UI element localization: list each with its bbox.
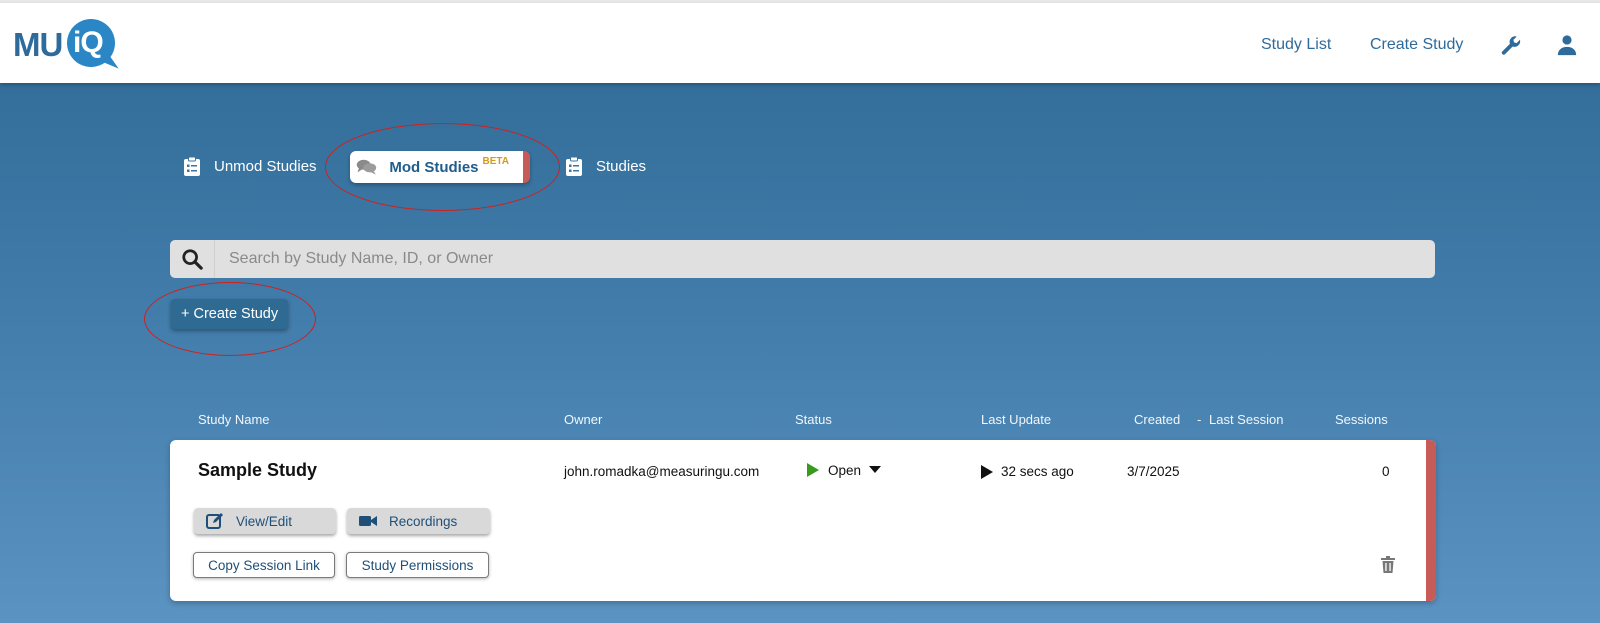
- wrench-icon[interactable]: [1500, 34, 1522, 61]
- recordings-label: Recordings: [389, 513, 458, 529]
- logo-bubble-tail: [101, 55, 119, 75]
- column-header-owner: Owner: [564, 412, 603, 427]
- play-icon: [807, 463, 819, 477]
- caret-down-icon: [869, 466, 882, 473]
- row-marker: [1426, 440, 1436, 601]
- beta-badge: BETA: [482, 155, 509, 167]
- clipboard-icon: [184, 156, 200, 176]
- user-icon[interactable]: [1556, 34, 1578, 61]
- status-label: Open: [828, 462, 862, 478]
- tab-label: Mod Studies: [389, 158, 479, 176]
- table-row: Sample Study john.romadka@measuringu.com…: [170, 440, 1436, 601]
- tab-label: Studies: [596, 157, 647, 175]
- view-edit-button[interactable]: View/Edit: [194, 508, 336, 534]
- study-owner: john.romadka@measuringu.com: [564, 464, 760, 479]
- tab-unmod-studies[interactable]: Unmod Studies: [182, 150, 317, 182]
- video-camera-icon: [359, 516, 377, 526]
- edit-icon: [206, 513, 223, 529]
- clipboard-icon: [566, 156, 582, 176]
- column-header-separator: -: [1197, 412, 1202, 427]
- nav-study-list[interactable]: Study List: [1261, 36, 1331, 54]
- column-header-last-update: Last Update: [981, 412, 1052, 427]
- tab-label: Unmod Studies: [214, 157, 317, 175]
- column-header-last-session: Last Session: [1209, 412, 1284, 427]
- search-bar: [170, 240, 1435, 278]
- trash-icon[interactable]: [1381, 556, 1395, 578]
- app-header: MU iQ Study List Create Study: [0, 3, 1600, 83]
- chat-bubbles-icon: [356, 159, 377, 175]
- last-update-value: 32 secs ago: [1001, 464, 1074, 479]
- create-study-button[interactable]: + Create Study: [171, 299, 289, 329]
- study-name[interactable]: Sample Study: [198, 460, 317, 481]
- status-dropdown[interactable]: Open: [806, 462, 882, 478]
- logo-iq: iQ: [73, 26, 104, 59]
- session-count: 0: [1382, 464, 1390, 479]
- created-date: 3/7/2025: [1127, 464, 1180, 479]
- nav-create-study[interactable]: Create Study: [1370, 36, 1463, 54]
- column-header-sessions: Sessions: [1335, 412, 1388, 427]
- last-update: 32 secs ago: [981, 464, 1074, 479]
- search-icon[interactable]: [170, 240, 215, 278]
- column-header-study-name: Study Name: [198, 412, 270, 427]
- recordings-button[interactable]: Recordings: [347, 508, 490, 534]
- column-header-status: Status: [795, 412, 832, 427]
- logo-mu: MU: [13, 26, 63, 63]
- tab-studies[interactable]: Studies: [564, 150, 646, 182]
- column-header-created: Created: [1134, 412, 1181, 427]
- search-input[interactable]: [215, 240, 1435, 278]
- study-permissions-button[interactable]: Study Permissions: [346, 552, 489, 578]
- copy-session-link-button[interactable]: Copy Session Link: [193, 552, 335, 578]
- play-icon: [981, 464, 993, 479]
- tab-mod-studies[interactable]: Mod Studies BETA: [350, 151, 530, 183]
- muiq-logo[interactable]: MU iQ: [13, 17, 119, 75]
- view-edit-label: View/Edit: [236, 513, 293, 529]
